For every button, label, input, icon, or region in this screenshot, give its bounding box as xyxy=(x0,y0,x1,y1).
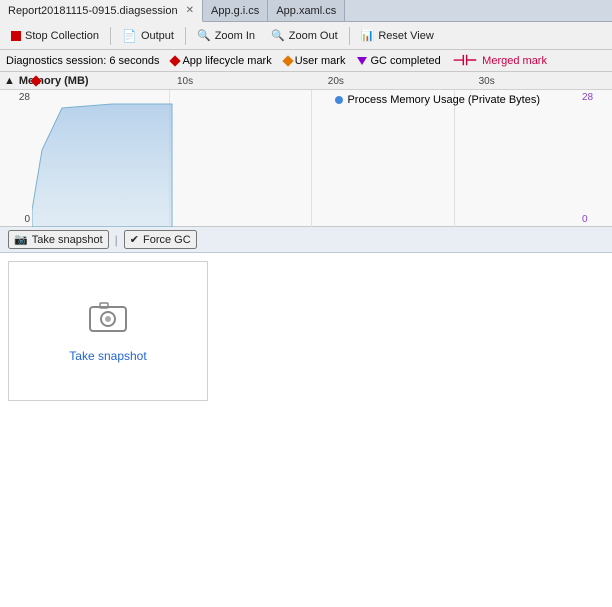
chart-ruler: ▲ Memory (MB) 10s 20s 30s xyxy=(0,72,612,90)
snapshot-card-label[interactable]: Take snapshot xyxy=(69,349,146,363)
main-content: Take snapshot xyxy=(0,253,612,607)
y-min-left: 0 xyxy=(24,214,30,225)
legend-app-lifecycle: App lifecycle mark xyxy=(171,55,271,67)
tab-appgi[interactable]: App.g.i.cs xyxy=(203,0,268,21)
toolbar: Stop Collection 📄 Output 🔍 Zoom In 🔍 Zoo… xyxy=(0,22,612,50)
bottom-toolbar: 📷 Take snapshot | ✔ Force GC xyxy=(0,227,612,253)
take-snapshot-button[interactable]: 📷 Take snapshot xyxy=(8,230,109,249)
reset-view-icon: 📊 xyxy=(361,29,375,42)
y-axis-right: 28 0 xyxy=(580,90,612,227)
zoom-out-label: Zoom Out xyxy=(289,30,338,42)
merged-mark-icon: ⊣⊢ xyxy=(453,52,477,69)
chart-section: ▲ Memory (MB) 10s 20s 30s 28 0 28 0 xyxy=(0,72,612,227)
output-icon: 📄 xyxy=(122,29,137,43)
toolbar-separator-1 xyxy=(110,27,111,45)
zoom-in-icon: 🔍 xyxy=(197,29,211,42)
tab-report-close[interactable]: ✕ xyxy=(186,5,194,16)
memory-chart-svg xyxy=(32,90,580,227)
tab-appgi-label: App.g.i.cs xyxy=(211,5,259,17)
time-mark-20s: 20s xyxy=(328,76,344,87)
zoom-in-label: Zoom In xyxy=(215,30,255,42)
output-button[interactable]: 📄 Output xyxy=(115,26,181,46)
toolbar-separator-2 xyxy=(185,27,186,45)
legend-bar: Diagnostics session: 6 seconds App lifec… xyxy=(0,50,612,72)
stop-collection-label: Stop Collection xyxy=(25,30,99,42)
gc-completed-icon xyxy=(357,57,367,65)
legend-merged-mark: ⊣⊢ Merged mark xyxy=(453,52,547,69)
toolbar-separator-3 xyxy=(349,27,350,45)
tab-report[interactable]: Report20181115-0915.diagsession ✕ xyxy=(0,0,203,22)
output-label: Output xyxy=(141,30,174,42)
force-gc-label: Force GC xyxy=(143,234,191,246)
app-lifecycle-label: App lifecycle mark xyxy=(182,55,271,67)
force-gc-icon: ✔ xyxy=(130,233,139,246)
session-label: Diagnostics session: 6 seconds xyxy=(6,55,159,67)
chart-title-arrow: ▲ xyxy=(4,75,15,87)
memory-area-path xyxy=(32,104,172,227)
y-max-left: 28 xyxy=(19,92,30,103)
snapshot-card[interactable]: Take snapshot xyxy=(8,261,208,401)
y-min-right: 0 xyxy=(582,214,588,225)
camera-small-icon: 📷 xyxy=(14,233,28,246)
zoom-in-button[interactable]: 🔍 Zoom In xyxy=(190,26,262,45)
snapshot-camera-icon xyxy=(88,299,128,341)
take-snapshot-toolbar-label: Take snapshot xyxy=(32,234,103,246)
bottom-toolbar-separator: | xyxy=(115,233,118,247)
gc-completed-label: GC completed xyxy=(370,55,440,67)
zoom-out-icon: 🔍 xyxy=(271,29,285,42)
tab-appxaml[interactable]: App.xaml.cs xyxy=(268,0,345,21)
user-mark-icon xyxy=(282,55,293,66)
legend-gc-completed: GC completed xyxy=(357,55,440,67)
app-lifecycle-icon xyxy=(170,55,181,66)
tab-appxaml-label: App.xaml.cs xyxy=(276,5,336,17)
y-max-right: 28 xyxy=(582,92,593,103)
tab-report-label: Report20181115-0915.diagsession xyxy=(8,5,178,17)
stop-collection-button[interactable]: Stop Collection xyxy=(4,27,106,45)
time-mark-10s: 10s xyxy=(177,76,193,87)
reset-view-label: Reset View xyxy=(378,30,433,42)
merged-mark-label: Merged mark xyxy=(482,55,547,67)
chart-plot: Process Memory Usage (Private Bytes) xyxy=(32,90,580,227)
tab-bar: Report20181115-0915.diagsession ✕ App.g.… xyxy=(0,0,612,22)
time-mark-30s: 30s xyxy=(479,76,495,87)
lifecycle-marker xyxy=(30,75,41,86)
stop-icon xyxy=(11,31,21,41)
y-axis-left: 28 0 xyxy=(0,90,32,227)
force-gc-button[interactable]: ✔ Force GC xyxy=(124,230,197,249)
time-markers: 10s 20s 30s xyxy=(32,72,612,90)
user-mark-label: User mark xyxy=(295,55,346,67)
chart-body: 28 0 28 0 Process Memory Usage (Private … xyxy=(0,90,612,227)
snapshot-area: Take snapshot xyxy=(0,253,612,607)
reset-view-button[interactable]: 📊 Reset View xyxy=(354,26,441,45)
zoom-out-button[interactable]: 🔍 Zoom Out xyxy=(264,26,345,45)
legend-user-mark: User mark xyxy=(284,55,346,67)
